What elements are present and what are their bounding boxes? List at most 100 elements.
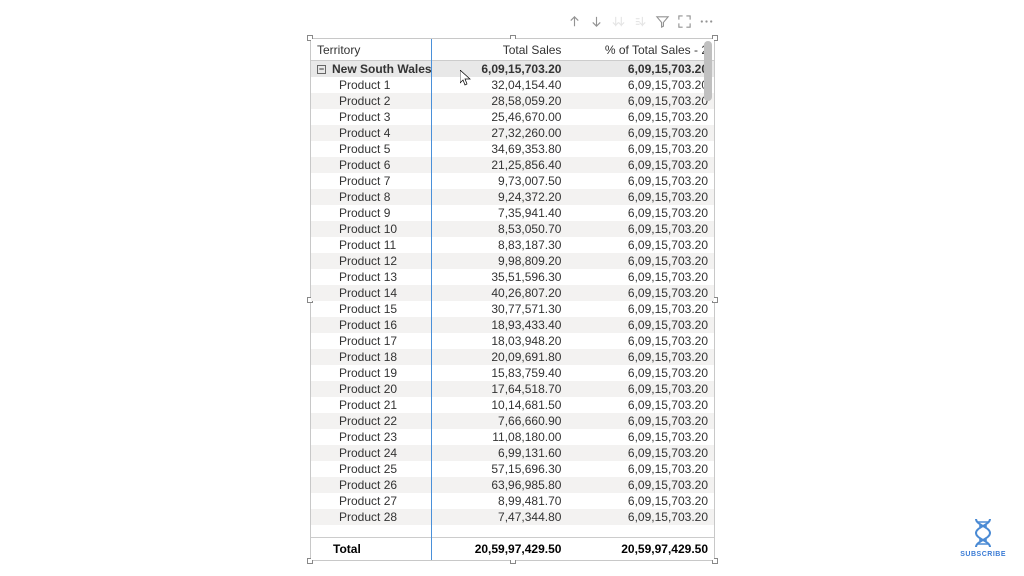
product-name: Product 28 — [311, 509, 458, 525]
row-sales: 6,99,131.60 — [458, 445, 568, 461]
table-row[interactable]: Product 79,73,007.506,09,15,703.20 — [311, 173, 714, 189]
product-name: Product 12 — [311, 253, 458, 269]
row-sales: 15,83,759.40 — [458, 365, 568, 381]
row-sales: 30,77,571.30 — [458, 301, 568, 317]
column-header-row: Territory Total Sales % of Total Sales -… — [311, 39, 714, 61]
row-sales: 11,08,180.00 — [458, 429, 568, 445]
matrix-visual[interactable]: Territory Total Sales % of Total Sales -… — [310, 38, 715, 561]
table-row[interactable]: Product 1530,77,571.306,09,15,703.20 — [311, 301, 714, 317]
table-row[interactable]: Product 118,83,187.306,09,15,703.20 — [311, 237, 714, 253]
scroll-thumb[interactable] — [704, 41, 712, 101]
row-pct: 6,09,15,703.20 — [567, 221, 714, 237]
territory-group-row[interactable]: −New South Wales 6,09,15,703.20 6,09,15,… — [311, 61, 714, 77]
col-pct-sales[interactable]: % of Total Sales - 2 — [567, 39, 714, 61]
product-name: Product 1 — [311, 77, 458, 93]
row-pct: 6,09,15,703.20 — [567, 269, 714, 285]
subscribe-label: SUBSCRIBE — [960, 551, 1006, 558]
table-row[interactable]: Product 246,99,131.606,09,15,703.20 — [311, 445, 714, 461]
table-row[interactable]: Product 2017,64,518.706,09,15,703.20 — [311, 381, 714, 397]
row-sales: 8,83,187.30 — [458, 237, 568, 253]
table-row[interactable]: Product 325,46,670.006,09,15,703.20 — [311, 109, 714, 125]
table-row[interactable]: Product 1820,09,691.806,09,15,703.20 — [311, 349, 714, 365]
row-pct: 6,09,15,703.20 — [567, 109, 714, 125]
table-row[interactable]: Product 228,58,059.206,09,15,703.20 — [311, 93, 714, 109]
total-label: Total — [311, 538, 458, 561]
table-row[interactable]: Product 2311,08,180.006,09,15,703.20 — [311, 429, 714, 445]
table-row[interactable]: Product 287,47,344.806,09,15,703.20 — [311, 509, 714, 525]
row-pct: 6,09,15,703.20 — [567, 493, 714, 509]
subscribe-watermark: SUBSCRIBE — [960, 517, 1006, 558]
collapse-icon[interactable]: − — [317, 65, 326, 74]
more-options-icon[interactable] — [698, 13, 714, 29]
row-sales: 9,98,809.20 — [458, 253, 568, 269]
table-row[interactable]: Product 89,24,372.206,09,15,703.20 — [311, 189, 714, 205]
row-sales: 8,53,050.70 — [458, 221, 568, 237]
row-pct: 6,09,15,703.20 — [567, 285, 714, 301]
drill-down-icon[interactable] — [588, 13, 604, 29]
product-name: Product 7 — [311, 173, 458, 189]
table-row[interactable]: Product 132,04,154.406,09,15,703.20 — [311, 77, 714, 93]
row-sales: 25,46,670.00 — [458, 109, 568, 125]
row-sales: 63,96,985.80 — [458, 477, 568, 493]
row-sales: 40,26,807.20 — [458, 285, 568, 301]
row-sales: 21,25,856.40 — [458, 157, 568, 173]
product-name: Product 17 — [311, 333, 458, 349]
territory-name: New South Wales — [332, 62, 432, 76]
vertical-scrollbar[interactable] — [704, 41, 712, 558]
dna-icon — [968, 517, 998, 547]
row-pct: 6,09,15,703.20 — [567, 397, 714, 413]
row-pct: 6,09,15,703.20 — [567, 381, 714, 397]
product-name: Product 26 — [311, 477, 458, 493]
group-total-sales: 6,09,15,703.20 — [458, 61, 568, 77]
row-pct: 6,09,15,703.20 — [567, 237, 714, 253]
table-row[interactable]: Product 2557,15,696.306,09,15,703.20 — [311, 461, 714, 477]
table-row[interactable]: Product 129,98,809.206,09,15,703.20 — [311, 253, 714, 269]
row-sales: 32,04,154.40 — [458, 77, 568, 93]
col-territory[interactable]: Territory — [311, 39, 458, 61]
row-pct: 6,09,15,703.20 — [567, 461, 714, 477]
col-total-sales[interactable]: Total Sales — [458, 39, 568, 61]
row-sales: 28,58,059.20 — [458, 93, 568, 109]
table-row[interactable]: Product 97,35,941.406,09,15,703.20 — [311, 205, 714, 221]
matrix-table: Territory Total Sales % of Total Sales -… — [311, 39, 714, 560]
group-pct-sales: 6,09,15,703.20 — [567, 61, 714, 77]
table-row[interactable]: Product 1335,51,596.306,09,15,703.20 — [311, 269, 714, 285]
row-sales: 20,09,691.80 — [458, 349, 568, 365]
row-pct: 6,09,15,703.20 — [567, 509, 714, 525]
product-name: Product 9 — [311, 205, 458, 221]
table-row[interactable]: Product 1915,83,759.406,09,15,703.20 — [311, 365, 714, 381]
table-row[interactable]: Product 1618,93,433.406,09,15,703.20 — [311, 317, 714, 333]
table-row[interactable]: Product 2663,96,985.806,09,15,703.20 — [311, 477, 714, 493]
product-name: Product 19 — [311, 365, 458, 381]
table-row[interactable]: Product 534,69,353.806,09,15,703.20 — [311, 141, 714, 157]
row-pct: 6,09,15,703.20 — [567, 189, 714, 205]
row-pct: 6,09,15,703.20 — [567, 413, 714, 429]
table-row[interactable]: Product 227,66,660.906,09,15,703.20 — [311, 413, 714, 429]
row-pct: 6,09,15,703.20 — [567, 301, 714, 317]
product-name: Product 23 — [311, 429, 458, 445]
product-name: Product 27 — [311, 493, 458, 509]
table-row[interactable]: Product 427,32,260.006,09,15,703.20 — [311, 125, 714, 141]
row-sales: 7,47,344.80 — [458, 509, 568, 525]
table-row[interactable]: Product 621,25,856.406,09,15,703.20 — [311, 157, 714, 173]
table-row[interactable]: Product 1718,03,948.206,09,15,703.20 — [311, 333, 714, 349]
table-row[interactable]: Product 1440,26,807.206,09,15,703.20 — [311, 285, 714, 301]
product-name: Product 10 — [311, 221, 458, 237]
row-sales: 57,15,696.30 — [458, 461, 568, 477]
row-sales: 27,32,260.00 — [458, 125, 568, 141]
row-sales: 8,99,481.70 — [458, 493, 568, 509]
total-pct: 20,59,97,429.50 — [567, 538, 714, 561]
row-pct: 6,09,15,703.20 — [567, 173, 714, 189]
focus-mode-icon[interactable] — [676, 13, 692, 29]
product-name: Product 18 — [311, 349, 458, 365]
row-pct: 6,09,15,703.20 — [567, 365, 714, 381]
table-row[interactable]: Product 278,99,481.706,09,15,703.20 — [311, 493, 714, 509]
row-sales: 35,51,596.30 — [458, 269, 568, 285]
expand-next-level-icon[interactable] — [632, 13, 648, 29]
drill-up-icon[interactable] — [566, 13, 582, 29]
row-sales: 18,03,948.20 — [458, 333, 568, 349]
table-row[interactable]: Product 2110,14,681.506,09,15,703.20 — [311, 397, 714, 413]
filter-icon[interactable] — [654, 13, 670, 29]
table-row[interactable]: Product 108,53,050.706,09,15,703.20 — [311, 221, 714, 237]
expand-all-down-icon[interactable] — [610, 13, 626, 29]
